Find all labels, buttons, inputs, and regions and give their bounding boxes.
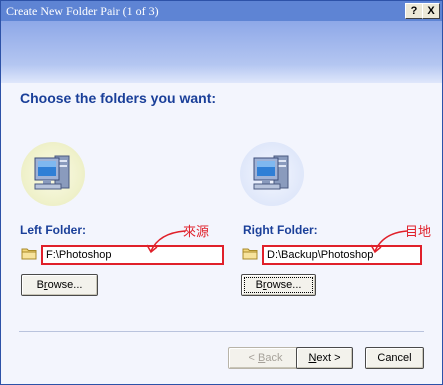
back-label-end: ack [265,352,283,364]
help-icon: ? [410,5,418,17]
close-icon: X [427,5,435,17]
folder-icon [21,248,37,260]
wizard-window: Create New Folder Pair (1 of 3) ? X Choo… [0,0,443,385]
next-button[interactable]: Next > [296,347,353,369]
close-button[interactable]: X [422,3,440,19]
window-title: Create New Folder Pair (1 of 3) [6,4,159,18]
left-annotation-arrow-icon [146,230,186,254]
right-annotation-arrow-icon [370,230,408,254]
page-heading: Choose the folders you want: [20,90,217,106]
right-browse-button[interactable]: Browse... [241,274,316,296]
left-browse-label-end: owse... [47,279,83,291]
title-bar[interactable]: Create New Folder Pair (1 of 3) ? X [1,1,442,21]
right-computer-icon [240,142,304,206]
cancel-button[interactable]: Cancel [365,347,424,369]
header-banner [1,21,442,83]
computer-icon [253,155,289,190]
right-folder-label: Right Folder: [243,223,318,237]
next-label-end: ext > [316,352,341,364]
computer-icon [34,155,70,190]
back-button[interactable]: < Back [228,347,303,369]
right-browse-label-start: B [255,279,263,291]
back-label-start: < [248,352,258,364]
left-computer-icon [21,142,85,206]
help-button[interactable]: ? [405,3,423,19]
footer-divider [19,331,424,332]
right-browse-label-end: owse... [266,279,302,291]
folder-icon [242,248,258,260]
left-browse-label-start: B [36,279,44,291]
left-folder-input[interactable]: F:\Photoshop [41,245,224,265]
left-folder-label: Left Folder: [20,223,86,237]
left-browse-button[interactable]: Browse... [21,274,98,296]
